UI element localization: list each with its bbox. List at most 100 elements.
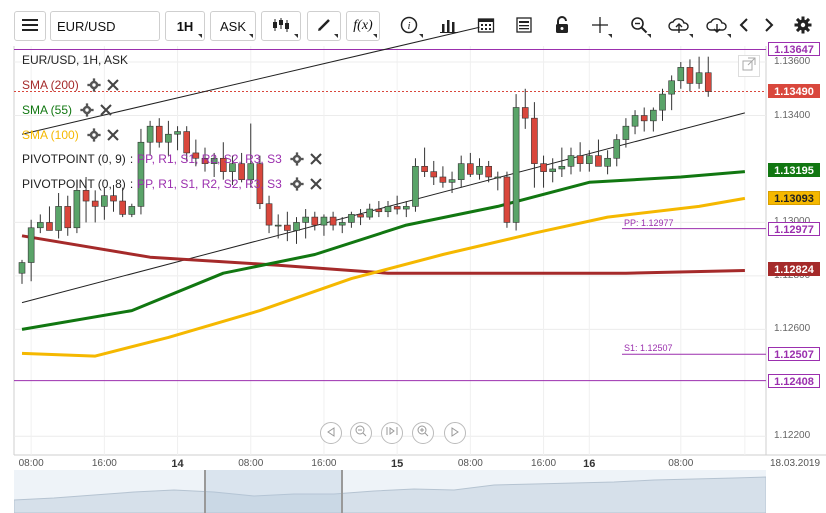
x-tick-label: 16:00	[531, 458, 557, 469]
x-tick-label: 14	[171, 458, 184, 470]
pivot-separator: :	[129, 177, 134, 191]
candle-body	[119, 200, 126, 215]
candle-body	[421, 165, 428, 172]
price-tag: 1.13647	[768, 42, 820, 57]
candle-body	[494, 176, 502, 179]
price-tag: 1.13490	[768, 84, 820, 99]
candle-body	[668, 80, 675, 95]
price-tag: 1.13093	[768, 190, 820, 205]
pivot-level-pp: PP,	[137, 177, 155, 191]
candle-body	[366, 208, 374, 218]
nav-forward-button[interactable]	[444, 422, 466, 444]
candle-body	[329, 216, 337, 226]
candle-body	[604, 157, 611, 167]
candle-body	[375, 208, 383, 213]
candle-body	[576, 155, 584, 164]
sma100-label[interactable]: SMA (100)	[22, 128, 79, 142]
triangle-right-icon	[450, 424, 460, 442]
candle-body	[155, 125, 163, 143]
candle-body	[293, 222, 300, 231]
candle-body	[320, 216, 328, 226]
gear-icon[interactable]	[290, 152, 304, 166]
overview-sparkline	[14, 476, 766, 513]
candle-body	[485, 165, 492, 178]
candle-body	[64, 206, 72, 229]
zoom-in-button[interactable]	[412, 422, 434, 444]
candle-body	[165, 133, 172, 143]
pivot-separator: :	[129, 152, 134, 166]
pivot2-levels: PP, R1, S1, R2, S2, R3, S3	[137, 177, 282, 191]
pivot-level-s3: S3	[267, 177, 282, 191]
pivot2-label[interactable]: PIVOTPOINT (0, 8)	[22, 177, 126, 191]
x-tick-label: 16:00	[91, 458, 117, 469]
candle-body	[402, 206, 410, 210]
candle-body	[18, 262, 26, 274]
overview-window[interactable]	[204, 470, 343, 513]
candle-body	[36, 222, 44, 229]
candle-body	[393, 206, 401, 210]
close-icon[interactable]	[106, 79, 119, 91]
pivot-level-r1: R1,	[158, 152, 177, 166]
x-tick-label: 08:00	[238, 458, 264, 469]
price-tag: 1.12824	[768, 262, 820, 277]
candle-body	[302, 216, 309, 223]
zoom-in-icon	[417, 424, 429, 442]
gear-icon[interactable]	[80, 103, 94, 117]
sma55-line	[21, 170, 746, 331]
candle-body	[549, 168, 557, 172]
candle-body	[521, 107, 529, 119]
close-icon[interactable]	[310, 178, 322, 190]
pivot-level-pp: PP,	[137, 152, 155, 166]
overview-navigator[interactable]	[14, 470, 766, 513]
sma200-label[interactable]: SMA (200)	[22, 78, 79, 92]
nav-back-button[interactable]	[320, 422, 342, 444]
x-tick-label: 08:00	[18, 458, 44, 469]
candle-body	[650, 109, 657, 122]
sma55-label[interactable]: SMA (55)	[22, 103, 72, 117]
candle-body	[27, 227, 35, 263]
pivot-level-r3: R3,	[245, 177, 264, 191]
pivot-level-s2: S2,	[223, 177, 242, 191]
close-icon[interactable]	[310, 153, 322, 165]
pivot1-label[interactable]: PIVOTPOINT (0, 9)	[22, 152, 126, 166]
candle-body	[686, 67, 694, 84]
gear-icon[interactable]	[290, 177, 304, 191]
candle-body	[531, 117, 538, 164]
candle-body	[274, 224, 282, 227]
zoom-out-icon	[355, 424, 367, 442]
y-tick-label: 1.12200	[774, 430, 811, 442]
popout-icon	[742, 57, 756, 76]
y-tick-label: 1.12600	[774, 323, 811, 335]
gear-icon[interactable]	[87, 78, 101, 92]
candle-body	[146, 125, 154, 143]
pivot-level-s2: S2,	[223, 152, 242, 166]
candle-body	[101, 195, 108, 207]
y-tick-label: 1.13400	[774, 109, 811, 121]
pivot-level-s3: S3	[267, 152, 282, 166]
candle-body	[622, 125, 630, 140]
pivot-level-r2: R2,	[201, 152, 221, 166]
close-icon[interactable]	[100, 104, 112, 116]
candle-body	[567, 155, 575, 167]
candle-body	[183, 131, 190, 154]
popout-button[interactable]	[738, 55, 760, 77]
x-tick-label: 16:00	[311, 458, 337, 469]
candle-body	[585, 155, 593, 164]
candle-body	[311, 216, 319, 226]
gear-icon[interactable]	[87, 128, 101, 142]
candle-body	[174, 131, 181, 135]
candle-body	[695, 72, 703, 84]
y-tick-label: 1.13600	[774, 56, 811, 68]
x-tick-label: 08:00	[668, 458, 694, 469]
candle-body	[640, 115, 648, 122]
zoom-out-button[interactable]	[350, 422, 372, 444]
candle-body	[613, 139, 621, 159]
pivot-level-s1: S1,	[180, 177, 199, 191]
candle-body	[631, 115, 639, 127]
candle-body	[704, 72, 712, 92]
candle-body	[467, 163, 474, 175]
close-icon[interactable]	[106, 129, 119, 141]
reset-view-button[interactable]	[381, 422, 403, 444]
sma200-line	[21, 234, 745, 275]
candle-body	[73, 190, 81, 229]
